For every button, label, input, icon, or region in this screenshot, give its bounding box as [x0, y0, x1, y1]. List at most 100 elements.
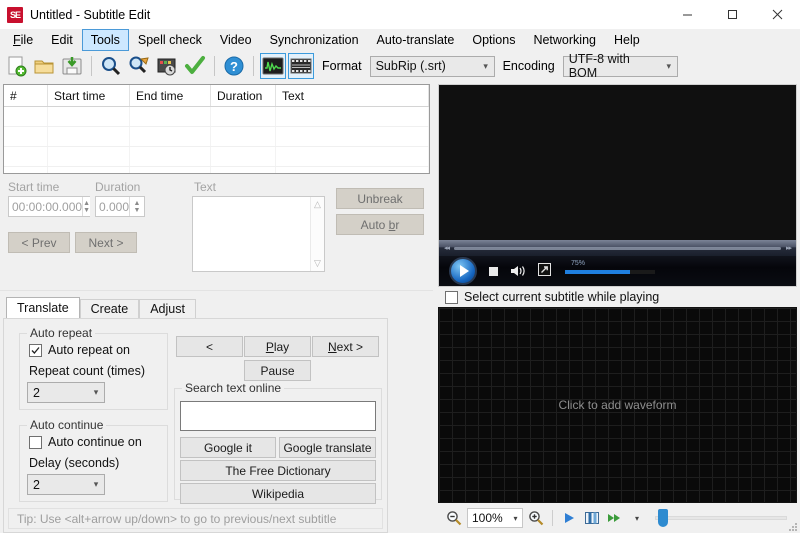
fast-forward-dropdown-icon[interactable]: ▾: [632, 508, 642, 528]
play-icon[interactable]: [559, 508, 579, 528]
help-icon[interactable]: ?: [221, 53, 247, 79]
prev-subtitle-button[interactable]: < Prev: [8, 232, 70, 253]
menu-auto-translate[interactable]: Auto-translate: [368, 29, 464, 51]
table-row[interactable]: [4, 107, 429, 127]
translate-pause-button[interactable]: Pause: [244, 360, 311, 381]
menu-networking[interactable]: Networking: [524, 29, 605, 51]
repeat-count-value: 2: [33, 385, 40, 400]
spinner-arrows-icon[interactable]: ▲ ▼: [129, 197, 144, 216]
table-row[interactable]: [4, 147, 429, 167]
subtitle-edit-panel: Start time 00:00:00.000 ▲ ▼ Duration 0.00…: [0, 174, 433, 290]
start-time-input[interactable]: 00:00:00.000 ▲ ▼: [8, 196, 91, 217]
video-buttons-row: 75%: [439, 256, 796, 286]
column-number[interactable]: #: [4, 85, 48, 106]
subtitle-text-input[interactable]: △ ▽: [192, 196, 325, 272]
translate-next-button[interactable]: Next >: [312, 336, 379, 357]
waveform-toolbar-separator: [552, 510, 553, 526]
search-online-group: Search text online Google it Google tran…: [174, 381, 382, 504]
translate-prev-button[interactable]: <: [176, 336, 243, 357]
auto-continue-checkbox[interactable]: Auto continue on: [29, 435, 142, 449]
replace-icon[interactable]: [126, 53, 152, 79]
find-icon[interactable]: [98, 53, 124, 79]
checkbox-box: [29, 343, 42, 357]
duration-input[interactable]: 0.000 ▲ ▼: [95, 196, 145, 217]
tab-create[interactable]: Create: [79, 299, 140, 318]
menu-edit[interactable]: Edit: [42, 29, 82, 51]
menu-file[interactable]: File: [4, 29, 42, 51]
open-icon[interactable]: [31, 53, 57, 79]
column-start-time[interactable]: Start time: [48, 85, 130, 106]
video-stop-button[interactable]: [489, 266, 498, 276]
waveform-canvas[interactable]: Click to add waveform: [438, 307, 797, 503]
rewind-icon[interactable]: ◂◂: [439, 244, 454, 252]
waveform-pane: Select current subtitle while playing Cl…: [438, 287, 797, 533]
google-it-button[interactable]: Google it: [180, 437, 276, 458]
waveform-position-slider[interactable]: [655, 508, 787, 528]
video-player[interactable]: ◂◂ ▸▸ 75%: [438, 84, 797, 287]
encoding-select[interactable]: UTF-8 with BOM ▾: [562, 52, 678, 80]
delay-select[interactable]: 2 ▾: [27, 474, 105, 495]
spinner-arrows-icon[interactable]: ▲ ▼: [82, 197, 91, 216]
text-scrollbar[interactable]: △ ▽: [310, 197, 324, 271]
search-input[interactable]: [180, 401, 376, 431]
volume-icon[interactable]: [510, 264, 526, 278]
forward-icon[interactable]: ▸▸: [781, 244, 796, 252]
next-subtitle-button[interactable]: Next >: [75, 232, 137, 253]
volume-slider[interactable]: 75%: [565, 260, 655, 278]
sync-time-icon[interactable]: [154, 53, 180, 79]
column-text[interactable]: Text: [276, 85, 429, 106]
column-duration[interactable]: Duration: [211, 85, 276, 106]
fullscreen-icon[interactable]: [538, 263, 551, 279]
split-columns-icon[interactable]: [582, 508, 602, 528]
zoom-in-icon[interactable]: [526, 508, 546, 528]
chevron-down-icon: ▾: [93, 387, 99, 397]
start-time-label: Start time: [8, 180, 60, 194]
video-play-button[interactable]: [449, 257, 477, 285]
repeat-count-select[interactable]: 2 ▾: [27, 382, 105, 403]
menu-tools[interactable]: Tools: [81, 29, 129, 51]
menu-video[interactable]: Video: [211, 29, 261, 51]
minimize-button[interactable]: [665, 0, 710, 29]
free-dictionary-button[interactable]: The Free Dictionary: [180, 460, 376, 481]
zoom-level-select[interactable]: 100% ▾: [467, 508, 523, 528]
format-select[interactable]: SubRip (.srt) ▾: [369, 55, 495, 77]
table-row[interactable]: [4, 127, 429, 147]
waveform-options: Select current subtitle while playing: [438, 287, 797, 307]
delay-value: 2: [33, 477, 40, 492]
bottom-left-area: Translate Create Adjust Auto repeat Auto…: [0, 297, 433, 533]
slider-thumb[interactable]: [658, 509, 668, 527]
video-seek-bar[interactable]: ◂◂ ▸▸: [439, 240, 796, 256]
maximize-button[interactable]: [710, 0, 755, 29]
resize-grip[interactable]: [788, 521, 798, 531]
save-icon[interactable]: [59, 53, 85, 79]
wikipedia-button[interactable]: Wikipedia: [180, 483, 376, 504]
menu-help[interactable]: Help: [605, 29, 649, 51]
new-icon[interactable]: [3, 53, 29, 79]
title-bar: SE Untitled - Subtitle Edit: [0, 0, 800, 29]
column-end-time[interactable]: End time: [130, 85, 211, 106]
auto-continue-label: Auto continue on: [48, 435, 142, 449]
menu-synchronization[interactable]: Synchronization: [261, 29, 368, 51]
table-row[interactable]: [4, 167, 429, 173]
unbreak-button[interactable]: Unbreak: [336, 188, 424, 209]
play-triangle-icon: [460, 265, 469, 277]
toggle-waveform-icon[interactable]: [260, 53, 286, 79]
auto-br-button[interactable]: Auto br: [336, 214, 424, 235]
select-current-subtitle-checkbox[interactable]: Select current subtitle while playing: [445, 290, 659, 304]
toggle-video-icon[interactable]: [288, 53, 314, 79]
video-surface[interactable]: [439, 85, 796, 240]
menu-spell-check[interactable]: Spell check: [129, 29, 211, 51]
seek-track[interactable]: [454, 246, 781, 250]
spell-check-icon[interactable]: [182, 53, 208, 79]
close-button[interactable]: [755, 0, 800, 29]
horizontal-splitter[interactable]: [0, 290, 433, 297]
google-translate-button[interactable]: Google translate: [279, 437, 376, 458]
fast-forward-icon[interactable]: [605, 508, 629, 528]
subtitle-list[interactable]: # Start time End time Duration Text: [3, 84, 430, 174]
zoom-out-icon[interactable]: [444, 508, 464, 528]
translate-play-button[interactable]: Play: [244, 336, 311, 357]
menu-options[interactable]: Options: [463, 29, 524, 51]
tab-adjust[interactable]: Adjust: [139, 299, 196, 318]
auto-repeat-checkbox[interactable]: Auto repeat on: [29, 343, 130, 357]
tab-translate[interactable]: Translate: [6, 297, 80, 318]
